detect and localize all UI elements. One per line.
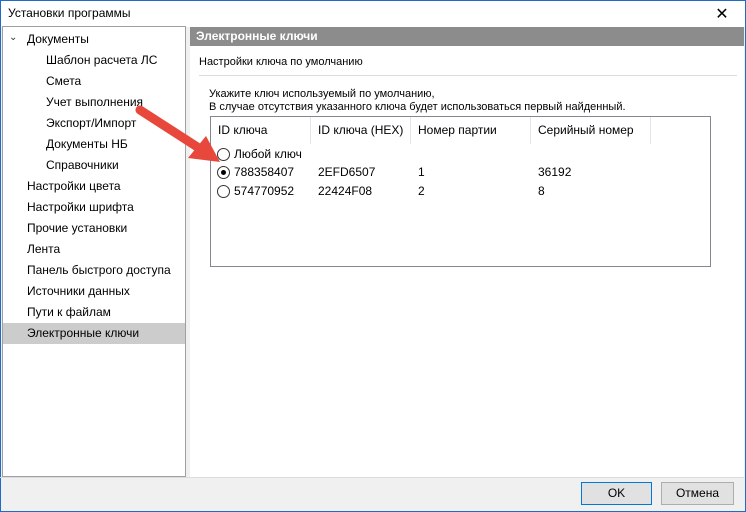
- tree-item-label: Панель быстрого доступа: [27, 263, 171, 277]
- tree-item-execution[interactable]: Учет выполнения: [46, 92, 143, 113]
- cell-id: Любой ключ: [234, 147, 302, 161]
- tree-item-other-settings[interactable]: Прочие установки: [27, 218, 127, 239]
- tree-item-label: Справочники: [46, 158, 119, 172]
- tree-item-color-settings[interactable]: Настройки цвета: [27, 176, 121, 197]
- cancel-button[interactable]: Отмена: [661, 482, 734, 505]
- footer-divider: [0, 477, 744, 478]
- ok-button[interactable]: OK: [581, 482, 652, 505]
- panel-header: Электронные ключи: [190, 27, 744, 46]
- window-title: Установки программы: [8, 6, 131, 20]
- tree-item-label: Документы НБ: [46, 137, 128, 151]
- tree-item-label: Прочие установки: [27, 221, 128, 235]
- tree-item-label: Пути к файлам: [27, 305, 111, 319]
- description-line-2: В случае отсутствия указанного ключа буд…: [209, 101, 626, 113]
- tree-item-font-settings[interactable]: Настройки шрифта: [27, 197, 134, 218]
- column-header-hex[interactable]: ID ключа (HEX): [311, 117, 411, 144]
- radio-button[interactable]: [217, 185, 230, 198]
- chevron-down-icon[interactable]: ⌄: [9, 32, 21, 44]
- tree-item-label: Экспорт/Импорт: [46, 116, 137, 130]
- cell-serial: 36192: [538, 165, 572, 179]
- tree-item-estimate[interactable]: Смета: [46, 71, 81, 92]
- tree-item-label: Документы: [27, 32, 89, 46]
- tree-item-file-paths[interactable]: Пути к файлам: [27, 302, 111, 323]
- tree-item-references[interactable]: Справочники: [46, 155, 119, 176]
- tree-item-label: Учет выполнения: [46, 95, 144, 109]
- cell-serial: 8: [538, 184, 545, 198]
- tree-item-documents[interactable]: ⌄ Документы: [3, 29, 185, 50]
- close-icon[interactable]: ✕: [699, 1, 745, 27]
- tree-item-label: Настройки цвета: [27, 179, 121, 193]
- tree-item-ls-template[interactable]: Шаблон расчета ЛС: [46, 50, 157, 71]
- cell-hex: 22424F08: [318, 184, 373, 198]
- title-bar: Установки программы ✕: [1, 1, 745, 27]
- tree-item-label: Электронные ключи: [27, 326, 140, 340]
- column-header-serial[interactable]: Серийный номер: [531, 117, 651, 144]
- settings-tree: ⌄ Документы Шаблон расчета ЛС Смета Учет…: [2, 26, 186, 477]
- tree-item-label: Лента: [27, 242, 61, 256]
- tree-item-label: Шаблон расчета ЛС: [46, 53, 158, 67]
- cell-id: 788358407: [234, 165, 295, 179]
- description-line-1: Укажите ключ используемый по умолчанию,: [209, 88, 435, 100]
- table-row[interactable]: Любой ключ: [211, 145, 710, 164]
- tree-item-export-import[interactable]: Экспорт/Импорт: [46, 113, 136, 134]
- cell-id: 574770952: [234, 184, 295, 198]
- tree-item-label: Смета: [46, 74, 82, 88]
- cell-batch: 1: [418, 165, 425, 179]
- tree-item-quick-access[interactable]: Панель быстрого доступа: [27, 260, 171, 281]
- group-label: Настройки ключа по умолчанию: [199, 56, 363, 68]
- tree-item-label: Настройки шрифта: [27, 200, 134, 214]
- tree-item-ribbon[interactable]: Лента: [27, 239, 60, 260]
- cell-batch: 2: [418, 184, 425, 198]
- keys-table: ID ключа ID ключа (HEX) Номер партии Сер…: [210, 116, 711, 267]
- table-row[interactable]: 788358407 2EFD6507 1 36192: [211, 163, 710, 182]
- group-divider: [199, 75, 737, 76]
- tree-item-electronic-keys[interactable]: Электронные ключи: [3, 323, 185, 344]
- column-header-batch[interactable]: Номер партии: [411, 117, 531, 144]
- tree-item-data-sources[interactable]: Источники данных: [27, 281, 130, 302]
- tree-item-label: Источники данных: [27, 284, 130, 298]
- table-row[interactable]: 574770952 22424F08 2 8: [211, 182, 710, 201]
- annotation-arrow-icon: [135, 105, 220, 162]
- cell-hex: 2EFD6507: [318, 165, 376, 179]
- tree-item-nb-docs[interactable]: Документы НБ: [46, 134, 128, 155]
